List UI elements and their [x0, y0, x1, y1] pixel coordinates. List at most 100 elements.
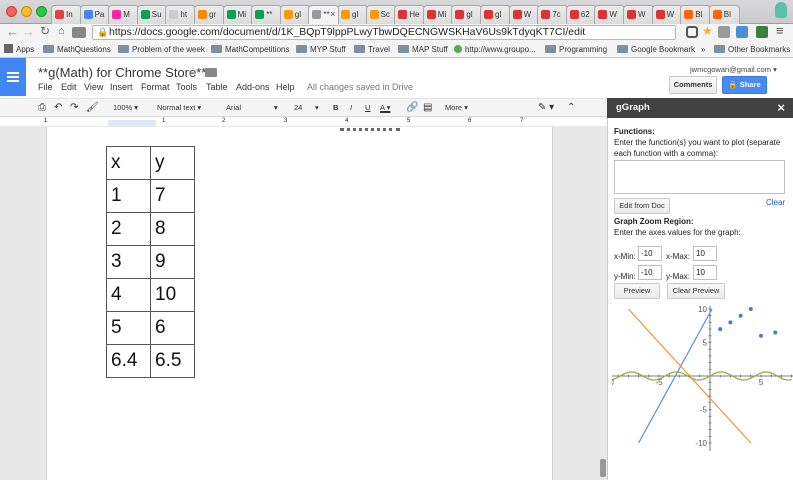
browser-tab[interactable]: ** × — [308, 5, 340, 24]
bookmark-folder[interactable]: MathQuestions — [43, 41, 111, 58]
browser-tab[interactable]: W — [508, 5, 540, 24]
edit-from-doc-button[interactable]: Edit from Doc — [614, 198, 670, 214]
menu-insert[interactable]: Insert — [110, 82, 133, 92]
table-cell[interactable]: 6.4 — [106, 344, 151, 378]
cast-icon[interactable] — [686, 26, 698, 38]
bookmark-apps[interactable]: Apps — [4, 41, 34, 58]
more-button[interactable]: More ▾ — [445, 98, 468, 117]
preview-button[interactable]: Preview — [614, 283, 660, 299]
zoom-select[interactable]: 100% ▾ — [113, 98, 138, 117]
browser-tab[interactable]: M — [108, 5, 140, 24]
browser-tab[interactable]: gl — [480, 5, 511, 24]
browser-tab[interactable]: Sc — [365, 5, 397, 24]
style-select[interactable]: Normal text ▾ — [157, 98, 201, 117]
table-cell[interactable]: 6.5 — [150, 344, 195, 378]
scrollbar-thumb[interactable] — [600, 459, 606, 477]
browser-tab[interactable]: W — [623, 5, 654, 24]
folder-icon[interactable] — [205, 68, 217, 77]
bold-button[interactable]: B — [333, 98, 338, 117]
close-icon[interactable]: × — [777, 98, 785, 118]
extension-icon[interactable] — [756, 26, 768, 38]
bookmark-star-icon[interactable]: ★ — [702, 24, 713, 38]
browser-tab[interactable]: 62 — [565, 5, 597, 24]
menu-icon[interactable]: ≡ — [776, 23, 784, 38]
font-size-select[interactable]: 24 — [294, 98, 302, 117]
bookmark-folder[interactable]: Problem of the week — [118, 41, 205, 58]
undo-icon[interactable]: ↶ — [54, 98, 62, 117]
menu-edit[interactable]: Edit — [61, 82, 77, 92]
share-button[interactable]: 🔒 Share — [722, 76, 767, 94]
table-cell[interactable]: 1 — [106, 179, 151, 213]
table-cell[interactable]: 10 — [150, 278, 195, 312]
table-cell[interactable]: x — [106, 146, 151, 180]
browser-tab[interactable]: Pa — [79, 5, 111, 24]
extension-icon[interactable] — [718, 26, 730, 38]
underline-button[interactable]: U — [365, 98, 370, 117]
address-bar[interactable]: 🔒 https://docs.google.com/document/d/1K_… — [92, 25, 676, 40]
xmin-input[interactable]: -10 — [638, 246, 662, 261]
text-color-button[interactable]: A ▾ — [380, 98, 390, 117]
menu-table[interactable]: Table — [206, 82, 228, 92]
font-select[interactable]: Arial — [226, 98, 241, 117]
table-cell[interactable]: 4 — [106, 278, 151, 312]
browser-tab[interactable]: W — [651, 5, 683, 24]
comments-button[interactable]: Comments — [669, 76, 717, 94]
comment-icon[interactable]: ▤ — [423, 98, 432, 117]
browser-tab[interactable]: Su — [136, 5, 168, 24]
ruler-indent-region[interactable] — [108, 120, 156, 126]
close-window-icon[interactable] — [6, 6, 17, 17]
functions-input[interactable] — [614, 160, 785, 194]
profile-icon[interactable] — [775, 2, 787, 18]
user-email[interactable]: jwmcgowan@gmail.com ▾ — [690, 65, 777, 74]
browser-tab[interactable]: W — [594, 5, 626, 24]
print-icon[interactable]: ⎙ — [38, 98, 46, 117]
chevron-down-icon[interactable]: ▾ — [315, 98, 319, 117]
back-icon[interactable]: ← — [6, 24, 19, 39]
browser-tab[interactable]: Bl — [680, 5, 712, 24]
docs-home-icon[interactable] — [0, 58, 26, 96]
table-cell[interactable]: 3 — [106, 245, 151, 279]
browser-tab[interactable]: gl — [337, 5, 368, 24]
bookmark-folder[interactable]: MYP Stuff — [296, 41, 346, 58]
browser-tab[interactable]: In — [51, 5, 82, 24]
bookmark-folder[interactable]: Programming — [545, 41, 607, 58]
table-cell[interactable]: 2 — [106, 212, 151, 246]
table-cell[interactable]: 7 — [150, 179, 195, 213]
pen-icon[interactable]: ✎ ▾ — [538, 98, 554, 117]
browser-tab[interactable]: gl — [451, 5, 483, 24]
browser-tab[interactable]: Mi — [422, 5, 454, 24]
bookmark-folder[interactable]: Travel — [354, 41, 390, 58]
browser-tab[interactable]: gr — [194, 5, 225, 24]
redo-icon[interactable]: ↷ — [70, 98, 78, 117]
xy-table[interactable]: x y 1 7 2 8 3 9 4 10 5 6 6.4 6.5 — [106, 146, 195, 378]
star-icon[interactable]: ☆ — [187, 64, 199, 80]
xmax-input[interactable]: 10 — [693, 246, 717, 261]
minimize-window-icon[interactable] — [21, 6, 32, 17]
bookmark-link[interactable]: http://www.groupo... — [454, 41, 536, 58]
document-title[interactable]: **g(Math) for Chrome Store** — [38, 65, 206, 80]
clear-link[interactable]: Clear — [766, 198, 785, 207]
browser-tab[interactable]: gl — [279, 5, 311, 24]
bookmark-other[interactable]: Other Bookmarks — [714, 41, 790, 58]
menu-help[interactable]: Help — [276, 82, 295, 92]
table-cell[interactable]: 8 — [150, 212, 195, 246]
home-icon[interactable]: ⌂ — [58, 25, 65, 37]
browser-tab[interactable]: Bl — [708, 5, 740, 24]
chevron-down-icon[interactable]: ▾ — [274, 98, 278, 117]
forward-icon[interactable]: → — [22, 24, 35, 39]
browser-tab[interactable]: ** — [251, 5, 283, 24]
browser-tab[interactable]: He — [394, 5, 426, 24]
bookmark-folder[interactable]: MAP Stuff — [398, 41, 448, 58]
link-icon[interactable]: 🔗 — [406, 98, 418, 117]
italic-button[interactable]: I — [350, 98, 352, 117]
zoom-window-icon[interactable] — [36, 6, 47, 17]
table-cell[interactable]: 9 — [150, 245, 195, 279]
extension-icon[interactable] — [736, 26, 748, 38]
collapse-icon[interactable]: ⌃ — [567, 98, 575, 117]
table-cell[interactable]: 5 — [106, 311, 151, 345]
browser-tab[interactable]: ht — [165, 5, 197, 24]
ymin-input[interactable]: -10 — [638, 265, 662, 280]
browser-tab[interactable]: Mi — [222, 5, 254, 24]
table-cell[interactable]: y — [150, 146, 195, 180]
table-cell[interactable]: 6 — [150, 311, 195, 345]
